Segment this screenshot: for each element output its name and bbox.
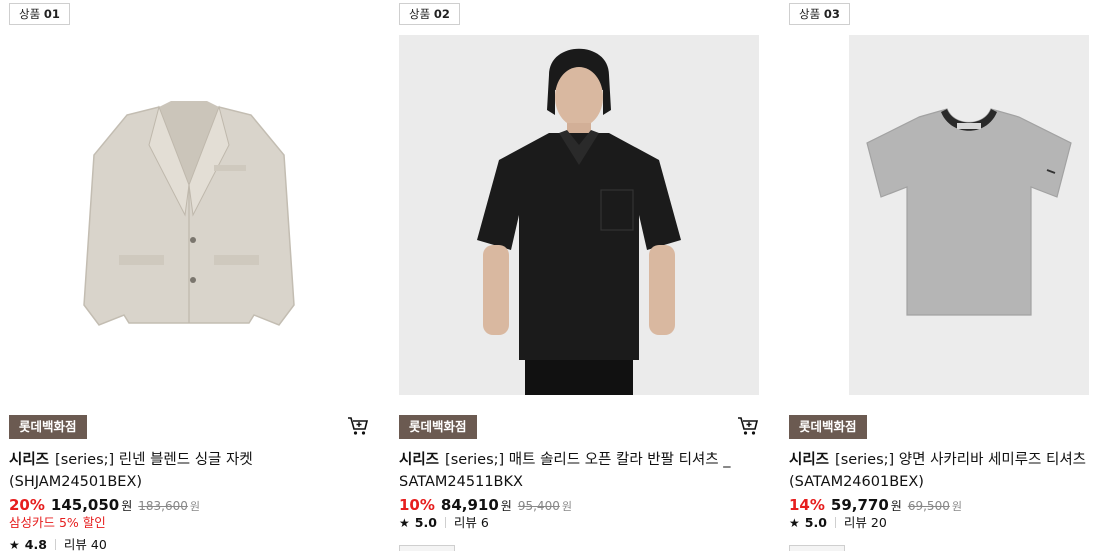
star-icon: ★ — [9, 538, 20, 551]
review-count: 리뷰 40 — [63, 537, 107, 551]
currency: 원 — [890, 499, 902, 513]
product-rank-label: 상품 03 — [789, 3, 850, 25]
review-count: 리뷰 6 — [453, 515, 489, 530]
divider — [834, 517, 836, 528]
original-currency: 원 — [951, 500, 962, 513]
product-title-link[interactable]: 시리즈 [series;] 매트 솔리드 오픈 칼라 반팔 티셔츠 _ SATAM… — [399, 449, 759, 493]
star-icon: ★ — [789, 516, 800, 530]
product-name: [series;] 매트 솔리드 오픈 칼라 반팔 티셔츠 _ SATAM245… — [399, 452, 731, 490]
brand-name: 시리즈 — [9, 452, 50, 468]
original-currency: 원 — [561, 500, 572, 513]
rating-row: ★ 4.8 리뷰 40 — [9, 536, 107, 551]
rating-score: 5.0 — [804, 515, 827, 530]
card-promo: 삼성카드 5% 할인 — [9, 515, 106, 530]
store-badge: 롯데백화점 — [789, 415, 867, 439]
price-row: 20% 145,050 원 183,600 원 — [9, 495, 200, 515]
currency: 원 — [500, 499, 512, 513]
original-price: 95,400 — [517, 499, 560, 513]
gray-tshirt-image[interactable] — [849, 35, 1089, 395]
divider — [444, 517, 446, 528]
store-badge: 롯데백화점 — [9, 415, 87, 439]
original-currency: 원 — [189, 500, 201, 513]
review-count: 리뷰 20 — [843, 515, 887, 530]
tag-chip — [789, 545, 845, 551]
divider — [54, 539, 56, 550]
product-rank-label: 상품 02 — [399, 3, 460, 25]
rating-score: 4.8 — [24, 537, 47, 551]
store-badge: 롯데백화점 — [399, 415, 477, 439]
discount-rate: 10% — [399, 496, 435, 514]
price-row: 14% 59,770 원 69,500 원 — [789, 495, 962, 515]
sale-price: 59,770 — [830, 496, 889, 514]
currency: 원 — [121, 499, 133, 513]
product-card[interactable]: 상품 02 롯데백화점 시리즈 [series;] 매트 솔리드 오픈 칼라 반팔… — [399, 0, 769, 551]
product-card[interactable]: 상품 01 롯데백화점 시리즈 [series;] 린넨 블렌드 싱글 자켓 (S… — [9, 0, 379, 551]
cart-icon[interactable] — [737, 416, 759, 436]
product-title-link[interactable]: 시리즈 [series;] 양면 사카리바 세미루즈 티셔츠 (SATAM2460… — [789, 449, 1098, 493]
tag-chip — [399, 545, 455, 551]
linen-jacket-image[interactable] — [9, 35, 369, 395]
discount-rate: 20% — [9, 496, 45, 514]
original-price: 69,500 — [907, 499, 950, 513]
sale-price: 84,910 — [440, 496, 499, 514]
model-black-shirt-image[interactable] — [399, 35, 759, 395]
brand-name: 시리즈 — [789, 452, 830, 468]
sale-price: 145,050 — [50, 496, 120, 514]
product-title-link[interactable]: 시리즈 [series;] 린넨 블렌드 싱글 자켓 (SHJAM24501BEX… — [9, 449, 369, 493]
cart-icon[interactable] — [347, 416, 369, 436]
product-name: [series;] 양면 사카리바 세미루즈 티셔츠 (SATAM24601BE… — [789, 452, 1087, 490]
rating-row: ★ 5.0 리뷰 20 — [789, 514, 887, 532]
price-row: 10% 84,910 원 95,400 원 — [399, 495, 572, 515]
discount-rate: 14% — [789, 496, 825, 514]
original-price: 183,600 — [138, 499, 188, 513]
rating-row: ★ 5.0 리뷰 6 — [399, 514, 489, 532]
brand-name: 시리즈 — [399, 452, 440, 468]
star-icon: ★ — [399, 516, 410, 530]
product-rank-label: 상품 01 — [9, 3, 70, 25]
product-card[interactable]: 상품 03 롯데백화점 시리즈 [series;] 양면 사카리바 세미루즈 티셔… — [789, 0, 1098, 551]
rating-score: 5.0 — [414, 515, 437, 530]
